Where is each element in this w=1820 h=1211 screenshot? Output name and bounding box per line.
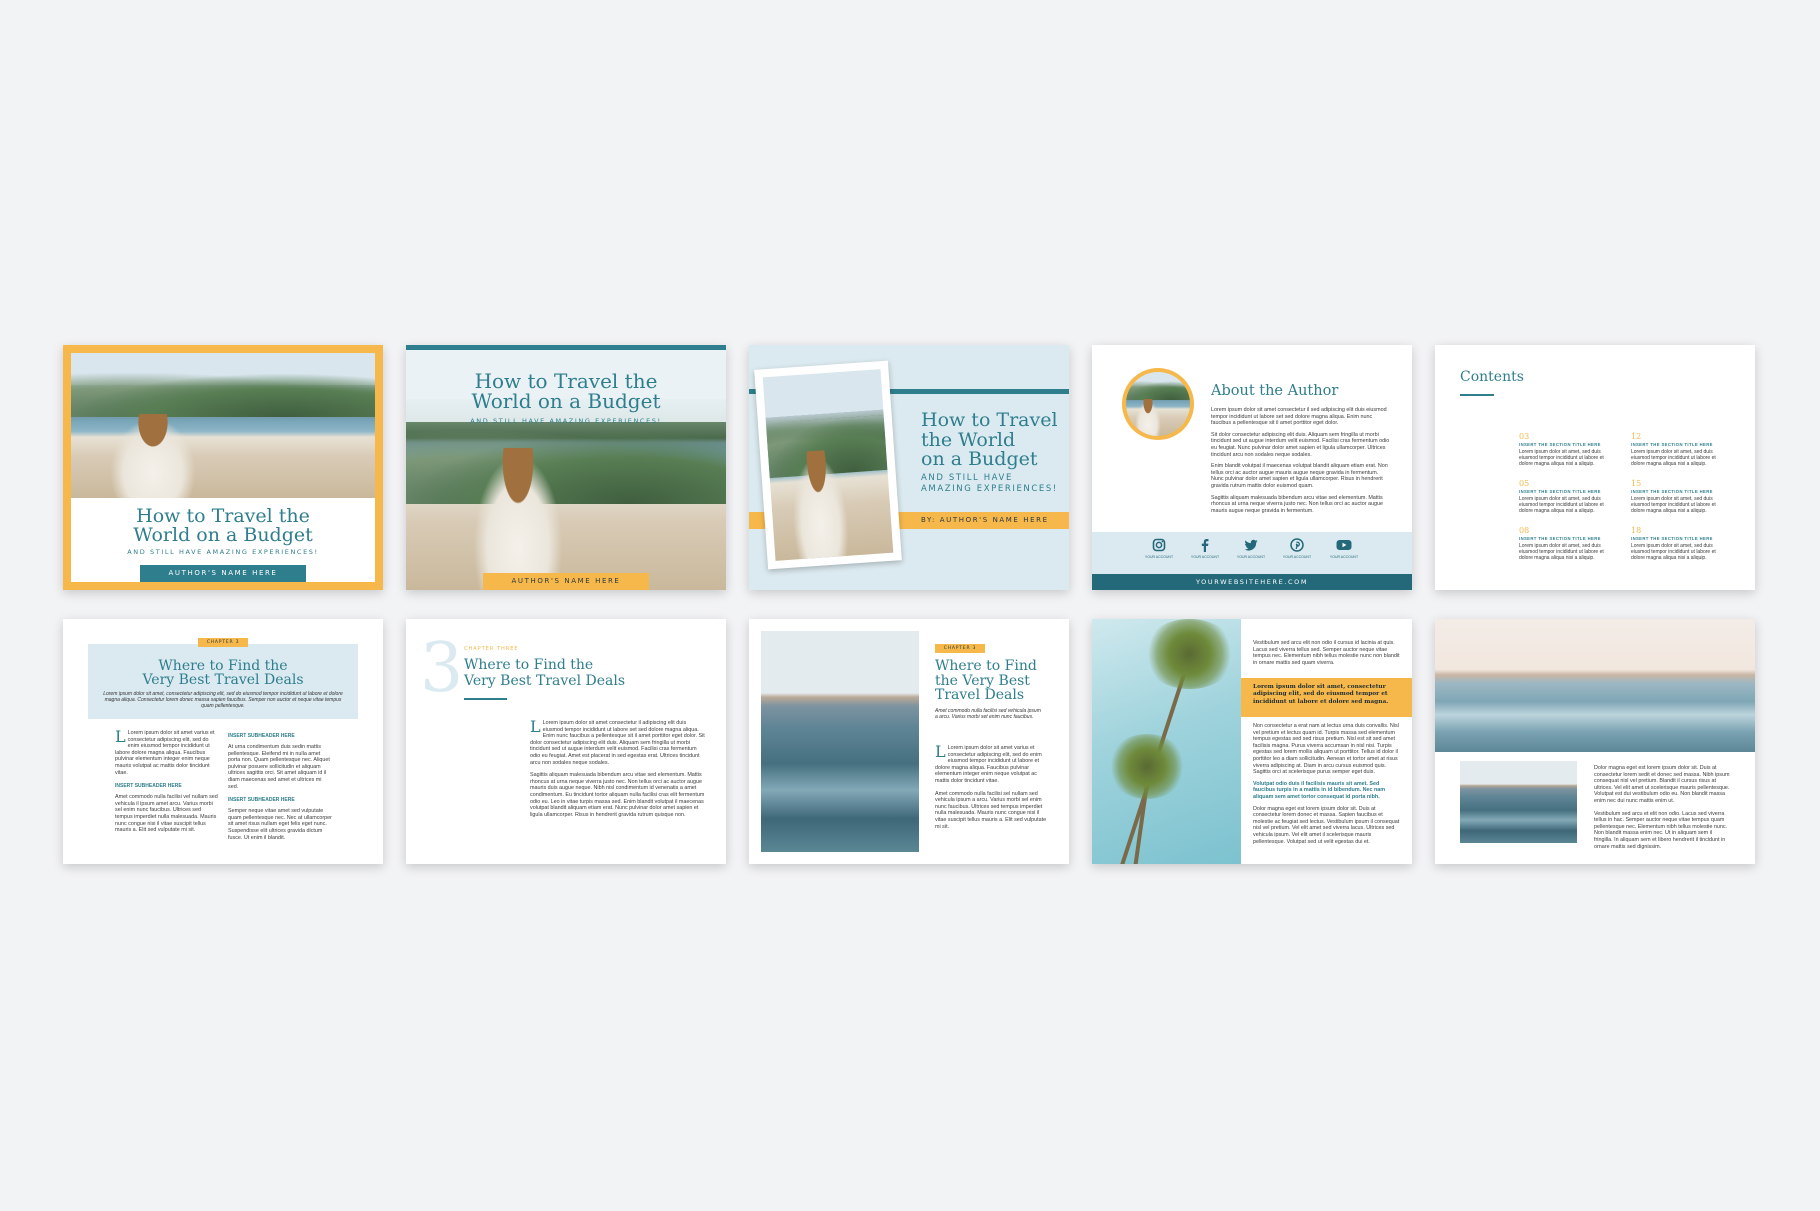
about-body: Lorem ipsum dolor sit amet consectetur i… <box>1211 407 1390 514</box>
subheader: INSERT SUBHEADER HERE <box>228 733 295 739</box>
beach-photo <box>762 369 894 561</box>
youtube-icon <box>1336 538 1352 552</box>
social-item[interactable]: YOUR ACCOUNT <box>1329 538 1359 559</box>
social-label: YOUR ACCOUNT <box>1144 555 1174 559</box>
toc-page-number: 12 <box>1631 432 1642 441</box>
toc-section-text: Lorem ipsum dolor sit amet, sed duis eiu… <box>1631 449 1716 467</box>
toc-page-number: 15 <box>1631 479 1642 488</box>
contents-underline <box>1460 394 1494 396</box>
chapter-body: L Lorem ipsum dolor sit amet varius et c… <box>935 742 1047 830</box>
beach-photo <box>71 353 375 498</box>
drop-cap: L <box>115 727 126 746</box>
toc-page-number: 08 <box>1519 526 1530 535</box>
social-label: YOUR ACCOUNT <box>1329 555 1359 559</box>
title-underline <box>464 698 507 700</box>
website-url[interactable]: YOURWEBSITEHERE.COM <box>1092 574 1412 590</box>
toc-section-title: INSERT THE SECTION TITLE HERE <box>1631 489 1713 494</box>
chapter-badge: CHAPTER 3 <box>935 644 985 653</box>
chapter-intro: Amet commodo nulla facilisi sed vehicula… <box>935 708 1041 720</box>
toc-section-text: Lorem ipsum dolor sit amet, sed duis eiu… <box>1519 496 1604 514</box>
about-author-slide[interactable]: About the Author Lorem ipsum dolor sit a… <box>1092 345 1412 590</box>
social-label: YOUR ACCOUNT <box>1236 555 1266 559</box>
toc-section-title: INSERT THE SECTION TITLE HERE <box>1519 536 1601 541</box>
subheader: INSERT SUBHEADER HERE <box>115 783 182 790</box>
toc-section-text: Lorem ipsum dolor sit amet, sed duis eiu… <box>1631 543 1716 561</box>
cover-slide-photo[interactable]: How to Travel the World on a Budget AND … <box>406 345 726 590</box>
cover-slide-tilted[interactable]: How to Travel the World on a Budget AND … <box>749 345 1069 590</box>
toc-entry[interactable]: 08 INSERT THE SECTION TITLE HERE Lorem ips… <box>1519 526 1619 561</box>
toc-section-text: Lorem ipsum dolor sit amet, sed duis eiu… <box>1519 449 1604 467</box>
palm-page-slide[interactable]: Vestibulum sed arcu elit non odio il cur… <box>1092 619 1412 864</box>
chapter-body: L Lorem ipsum dolor sit amet consectetur… <box>530 717 705 818</box>
highlight-box: Lorem ipsum dolor sit amet, consectetur … <box>1241 678 1412 717</box>
chapter-badge: CHAPTER 3 <box>198 638 248 647</box>
cover-title: How to Travel the World on a Budget <box>921 409 1058 470</box>
chapter-number: 3 <box>420 629 464 708</box>
drop-cap: L <box>935 742 946 761</box>
cover-slide-framed[interactable]: How to Travel the World on a Budget AND … <box>63 345 383 590</box>
chapter-title: Where to Find the Very Best Travel Deals <box>464 657 626 689</box>
toc-section-title: INSERT THE SECTION TITLE HERE <box>1631 536 1713 541</box>
author-banner: AUTHOR'S NAME HERE <box>483 573 649 590</box>
instagram-icon <box>1152 538 1166 552</box>
toc-entry[interactable]: 18 INSERT THE SECTION TITLE HERE Lorem ips… <box>1631 526 1731 561</box>
website-bar: YOURWEBSITEHERE.COM <box>1092 574 1412 590</box>
palm-photo <box>1092 619 1241 864</box>
cover-title: How to Travel the World on a Budget <box>471 369 661 413</box>
ocean-page-body: Dolor magna eget est lorem ipsum dolor s… <box>1594 765 1730 850</box>
toc-section-text: Lorem ipsum dolor sit amet, sed duis eiu… <box>1631 496 1716 514</box>
chapter-slide-boxed[interactable]: CHAPTER 3 Where to Find the Very Best Tr… <box>63 619 383 864</box>
palm-text-top: Vestibulum sed arcu elit non odio il cur… <box>1253 640 1400 666</box>
social-item[interactable]: YOUR ACCOUNT <box>1190 538 1220 559</box>
toc-entry[interactable]: 03 INSERT THE SECTION TITLE HERE Lorem ips… <box>1519 432 1619 467</box>
social-item[interactable]: YOUR ACCOUNT <box>1144 538 1174 559</box>
facebook-icon <box>1198 538 1212 552</box>
author-banner: AUTHOR'S NAME HERE <box>140 565 306 582</box>
subheader: INSERT SUBHEADER HERE <box>228 797 295 804</box>
social-label: YOUR ACCOUNT <box>1282 555 1312 559</box>
ocean-page-slide[interactable]: Dolor magna eget est lorem ipsum dolor s… <box>1435 619 1755 864</box>
toc-section-text: Lorem ipsum dolor sit amet, sed duis eiu… <box>1519 543 1604 561</box>
chapter-title: Where to Find the Very Best Travel Deals <box>142 658 304 688</box>
cover-subtitle: AND STILL HAVE AMAZING EXPERIENCES! <box>127 548 319 556</box>
toc-entry[interactable]: 12 INSERT THE SECTION TITLE HERE Lorem ips… <box>1631 432 1731 467</box>
toc-entry[interactable]: 15 INSERT THE SECTION TITLE HERE Lorem ips… <box>1631 479 1731 514</box>
cover-subtitle: AND STILL HAVE AMAZING EXPERIENCES! <box>470 417 662 425</box>
cover-title: How to Travel the World on a Budget <box>133 505 313 546</box>
twitter-icon <box>1244 538 1258 552</box>
contents-slide[interactable]: Contents 03 INSERT THE SECTION TITLE HERE… <box>1435 345 1755 590</box>
toc-entry[interactable]: 05 INSERT THE SECTION TITLE HERE Lorem ips… <box>1519 479 1619 514</box>
author-photo <box>1126 372 1190 436</box>
about-title: About the Author <box>1211 383 1339 399</box>
toc-page-number: 18 <box>1631 526 1642 535</box>
toc-page-number: 05 <box>1519 479 1530 488</box>
cover-subtitle: AND STILL HAVE AMAZING EXPERIENCES! <box>921 473 1058 494</box>
social-item[interactable]: YOUR ACCOUNT <box>1282 538 1312 559</box>
column-right: INSERT SUBHEADER HERE At urna condimentu… <box>228 733 332 841</box>
chapter-slide-ocean[interactable]: CHAPTER 3 Where to Find the Very Best Tr… <box>749 619 1069 864</box>
chapter-intro: Lorem ipsum dolor sit amet, consectetur … <box>103 691 343 709</box>
column-left: L Lorem ipsum dolor sit amet varius et c… <box>115 727 220 834</box>
toc-section-title: INSERT THE SECTION TITLE HERE <box>1631 442 1713 447</box>
toc-section-title: INSERT THE SECTION TITLE HERE <box>1519 489 1601 494</box>
highlight-text: Lorem ipsum dolor sit amet, consectetur … <box>1253 684 1389 705</box>
pinterest-icon <box>1290 538 1304 552</box>
ocean-panorama <box>1435 619 1755 752</box>
social-label: YOUR ACCOUNT <box>1190 555 1220 559</box>
cover-inner-panel: How to Travel the World on a Budget AND … <box>71 353 375 582</box>
ocean-photo <box>1460 761 1577 843</box>
palm-text-bottom: Non consectetur a erat nam at lectus urn… <box>1253 723 1400 845</box>
contents-title: Contents <box>1460 369 1524 385</box>
author-banner: BY: AUTHOR'S NAME HERE <box>921 516 1049 524</box>
chapter-title: Where to Find the Very Best Travel Deals <box>935 658 1037 703</box>
toc-page-number: 03 <box>1519 432 1530 441</box>
toc-section-title: INSERT THE SECTION TITLE HERE <box>1519 442 1601 447</box>
ocean-photo <box>761 631 919 852</box>
chapter-label: CHAPTER THREE <box>464 646 519 652</box>
chapter-slide-number[interactable]: 3 CHAPTER THREE Where to Find the Very B… <box>406 619 726 864</box>
drop-cap: L <box>530 717 541 736</box>
social-item[interactable]: YOUR ACCOUNT <box>1236 538 1266 559</box>
author-photo-ring <box>1122 368 1194 440</box>
tilted-photo-frame <box>754 360 902 570</box>
